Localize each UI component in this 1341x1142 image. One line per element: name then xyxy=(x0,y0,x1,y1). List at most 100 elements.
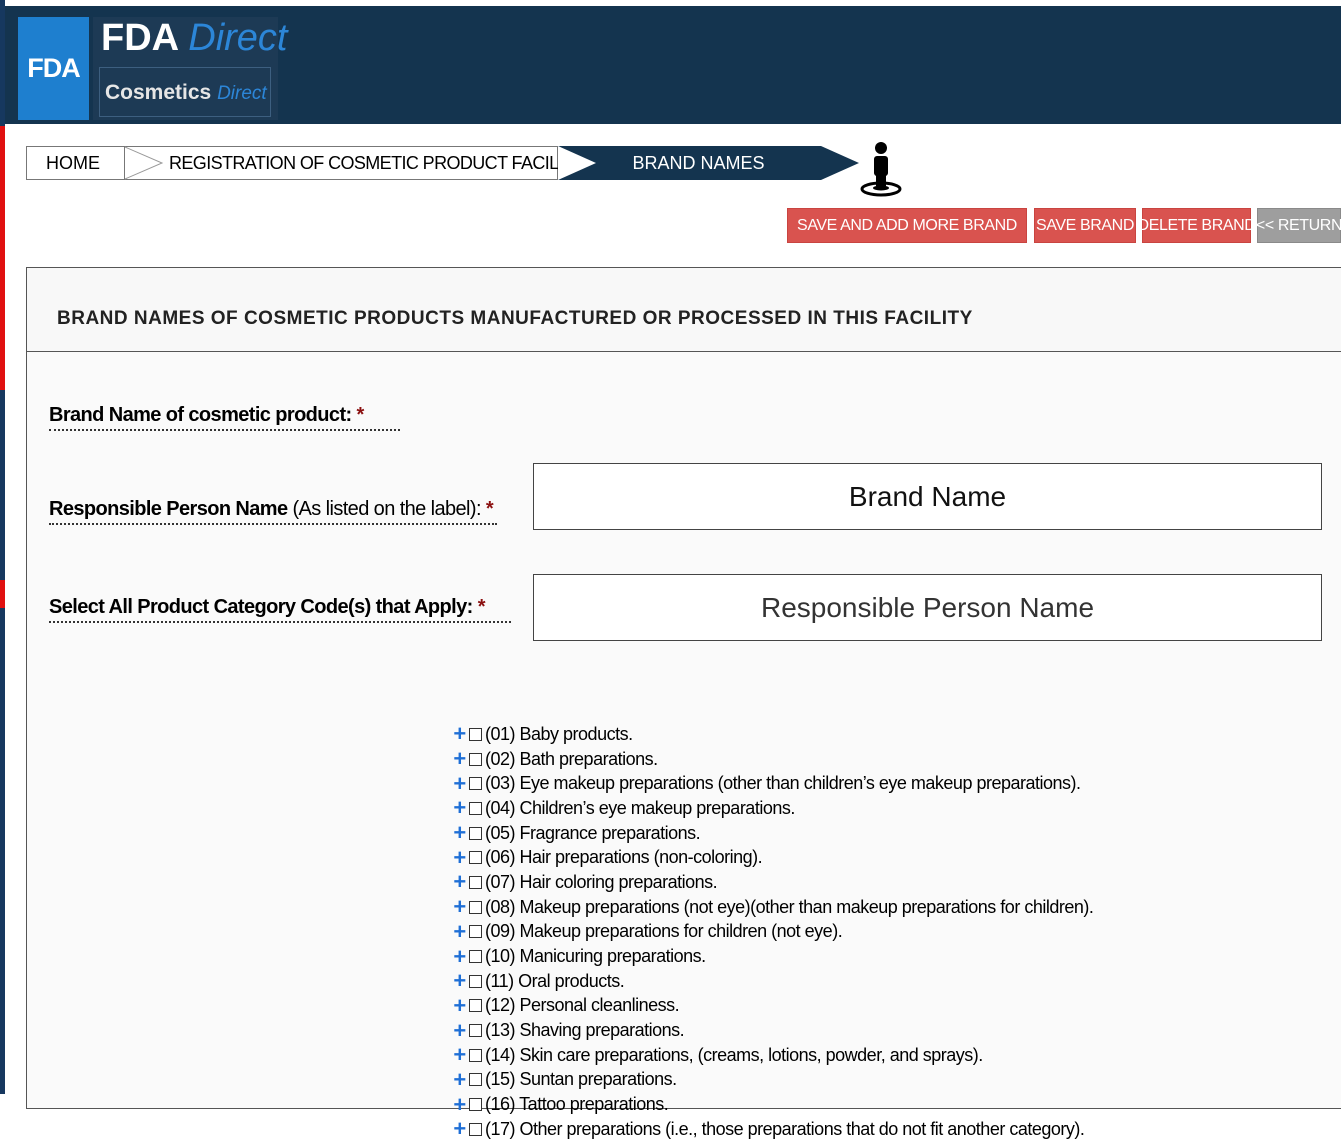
required-mark: * xyxy=(477,596,486,618)
return-button[interactable]: << RETURN xyxy=(1256,208,1341,243)
category-item: + (13) Shaving preparations. xyxy=(451,1018,1093,1043)
category-checkbox[interactable] xyxy=(469,900,482,914)
brand-title-accent: Direct xyxy=(188,17,288,59)
category-label: Select All Product Category Code(s) that… xyxy=(49,596,511,623)
category-checkbox[interactable] xyxy=(469,801,482,815)
category-checkbox[interactable] xyxy=(469,826,482,840)
responsible-person-input[interactable] xyxy=(533,574,1322,641)
category-label: (08) Makeup preparations (not eye)(other… xyxy=(485,896,1094,917)
expand-plus-icon[interactable]: + xyxy=(451,994,468,1017)
expand-plus-icon[interactable]: + xyxy=(451,1093,468,1116)
responsible-person-label-text: Responsible Person Name xyxy=(49,498,288,520)
category-checkbox[interactable] xyxy=(469,925,482,939)
category-item: + (05) Fragrance preparations. xyxy=(451,821,1093,846)
expand-plus-icon[interactable]: + xyxy=(451,723,468,745)
category-item: + (12) Personal cleanliness. xyxy=(451,994,1093,1019)
category-label: (10) Manicuring preparations. xyxy=(485,946,706,967)
category-item: + (14) Skin care preparations, (creams, l… xyxy=(451,1043,1093,1068)
expand-plus-icon[interactable]: + xyxy=(451,797,468,819)
category-checkbox[interactable] xyxy=(469,999,482,1013)
category-label: (11) Oral products. xyxy=(485,970,625,991)
category-item: + (04) Children’s eye makeup preparations… xyxy=(451,796,1093,821)
fda-direct-brand: FDA Direct Cosmetics Direct xyxy=(93,17,287,120)
category-item: + (01) Baby products. xyxy=(451,722,1093,747)
category-list: + (01) Baby products. + (02) Bath preparat… xyxy=(451,722,1094,1142)
expand-plus-icon[interactable]: + xyxy=(451,772,468,795)
save-brand-button[interactable]: SAVE BRAND xyxy=(1034,208,1136,243)
category-label: (12) Personal cleanliness. xyxy=(485,995,680,1016)
brand-name-input[interactable] xyxy=(533,463,1322,530)
expand-plus-icon[interactable]: + xyxy=(451,822,468,844)
category-label: (05) Fragrance preparations. xyxy=(485,822,701,843)
category-label: (16) Tattoo preparations. xyxy=(485,1094,669,1115)
category-checkbox[interactable] xyxy=(469,1098,482,1112)
expand-plus-icon[interactable]: + xyxy=(451,896,468,918)
fda-logo-text: FDA xyxy=(27,53,80,83)
brand-subtitle-box: Cosmetics Direct xyxy=(99,67,271,117)
breadcrumb-separator-icon xyxy=(558,146,596,180)
category-item: + (06) Hair preparations (non-coloring). xyxy=(451,845,1093,870)
breadcrumb-separator-icon xyxy=(124,146,164,180)
expand-plus-icon[interactable]: + xyxy=(451,871,468,893)
category-item: + (03) Eye makeup preparations (other tha… xyxy=(451,771,1093,796)
category-checkbox[interactable] xyxy=(469,851,482,865)
category-checkbox[interactable] xyxy=(469,727,482,741)
expand-plus-icon[interactable]: + xyxy=(451,748,468,770)
category-label: (03) Eye makeup preparations (other than… xyxy=(485,773,1081,794)
required-mark: * xyxy=(356,404,365,426)
expand-plus-icon[interactable]: + xyxy=(451,1044,468,1066)
required-mark: * xyxy=(485,498,494,520)
category-checkbox[interactable] xyxy=(469,875,482,889)
fda-logo[interactable]: FDA xyxy=(18,17,89,120)
brand-subtitle-accent: Direct xyxy=(217,83,267,104)
brand-subtitle: Cosmetics Direct xyxy=(105,81,267,105)
category-checkbox[interactable] xyxy=(469,1122,482,1136)
panel-header: BRAND NAMES OF COSMETIC PRODUCTS MANUFAC… xyxy=(27,268,1341,352)
category-label: (13) Shaving preparations. xyxy=(485,1020,685,1041)
category-label: (02) Bath preparations. xyxy=(485,748,658,769)
expand-plus-icon[interactable]: + xyxy=(451,846,468,869)
category-checkbox[interactable] xyxy=(469,950,482,964)
category-item: + (10) Manicuring preparations. xyxy=(451,944,1093,969)
panel-title: BRAND NAMES OF COSMETIC PRODUCTS MANUFAC… xyxy=(57,308,973,329)
category-item: + (17) Other preparations (i.e., those pr… xyxy=(451,1117,1093,1142)
category-item: + (15) Suntan preparations. xyxy=(451,1068,1093,1093)
brand-subtitle-main: Cosmetics xyxy=(105,81,212,104)
category-checkbox[interactable] xyxy=(469,752,482,766)
category-checkbox[interactable] xyxy=(469,777,482,791)
responsible-person-label-note: (As listed on the label): xyxy=(292,498,481,520)
category-label: (06) Hair preparations (non-coloring). xyxy=(485,847,763,868)
category-label: (15) Suntan preparations. xyxy=(485,1069,677,1090)
save-and-add-more-brand-button[interactable]: SAVE AND ADD MORE BRAND xyxy=(787,208,1027,243)
category-label-text: Select All Product Category Code(s) that… xyxy=(49,596,473,618)
expand-plus-icon[interactable]: + xyxy=(451,1068,468,1091)
category-label: (14) Skin care preparations, (creams, lo… xyxy=(485,1044,983,1065)
breadcrumb-active-arrow-icon xyxy=(821,146,859,180)
category-item: + (11) Oral products. xyxy=(451,969,1093,994)
expand-plus-icon[interactable]: + xyxy=(451,970,468,992)
expand-plus-icon[interactable]: + xyxy=(451,945,468,968)
brand-title-main: FDA xyxy=(101,17,178,59)
expand-plus-icon[interactable]: + xyxy=(451,1118,468,1140)
breadcrumb-home[interactable]: HOME xyxy=(26,146,124,180)
category-item: + (02) Bath preparations. xyxy=(451,747,1093,772)
category-item: + (09) Makeup preparations for children (… xyxy=(451,920,1093,945)
expand-plus-icon[interactable]: + xyxy=(451,920,468,943)
left-edge-red-marker xyxy=(0,580,5,608)
category-label: (09) Makeup preparations for children (n… xyxy=(485,921,843,942)
delete-brand-button[interactable]: DELETE BRAND xyxy=(1138,208,1256,243)
category-item: + (07) Hair coloring preparations. xyxy=(451,870,1093,895)
breadcrumb-registration[interactable]: REGISTRATION OF COSMETIC PRODUCT FACILIT… xyxy=(124,146,585,180)
expand-plus-icon[interactable]: + xyxy=(451,1019,468,1042)
responsible-person-label: Responsible Person Name (As listed on th… xyxy=(49,498,498,525)
category-label: (04) Children’s eye makeup preparations. xyxy=(485,797,795,818)
category-label: (17) Other preparations (i.e., those pre… xyxy=(485,1118,1085,1139)
brand-name-label: Brand Name of cosmetic product: * xyxy=(49,404,400,431)
category-checkbox[interactable] xyxy=(469,1024,482,1038)
category-checkbox[interactable] xyxy=(469,1048,482,1062)
panel-body: Brand Name of cosmetic product: * Respon… xyxy=(27,352,1341,1140)
category-checkbox[interactable] xyxy=(469,1073,482,1087)
category-checkbox[interactable] xyxy=(469,974,482,988)
app-header: FDA FDA Direct Cosmetics Direct xyxy=(5,6,1341,124)
category-label: (01) Baby products. xyxy=(485,723,633,744)
